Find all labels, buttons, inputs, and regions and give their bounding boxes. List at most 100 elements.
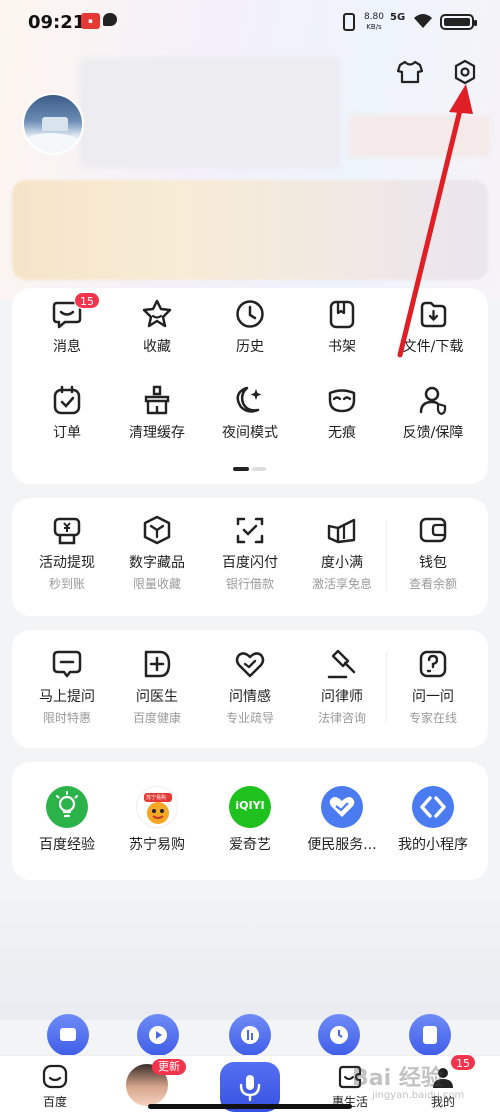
shortcut-dock: [0, 1012, 500, 1060]
service-sub: 百度健康: [132, 711, 181, 725]
tool-favorites-label: 收藏: [143, 339, 171, 355]
heart-icon: [235, 652, 265, 678]
tab-home-label: 百度: [42, 1095, 67, 1109]
blurred-username: [80, 58, 340, 168]
network-type: 5G: [390, 12, 406, 23]
miniapp-label: 便民服务...: [307, 837, 377, 853]
tool-message[interactable]: 消息 15: [22, 292, 112, 356]
finance-digital-collectibles[interactable]: 数字藏品 限量收藏: [112, 514, 202, 592]
finance-label: 活动提现: [39, 555, 95, 571]
miniprogram-icon: [412, 786, 454, 828]
miniapp-convenience[interactable]: 便民服务...: [297, 786, 387, 854]
service-sub: 专家在线: [408, 711, 457, 725]
message-badge: 15: [74, 292, 100, 309]
skin-tshirt-icon[interactable]: [396, 58, 424, 86]
service-ask-lawyer[interactable]: 问律师 法律咨询: [297, 648, 387, 726]
watermark-url: jingyan.baidu.com: [372, 1090, 465, 1101]
tool-favorites[interactable]: 收藏: [112, 298, 202, 356]
settings-gear-icon[interactable]: [451, 58, 479, 86]
finance-sub: 激活享免息: [311, 577, 372, 591]
gavel-icon: [327, 649, 356, 679]
tool-feedback[interactable]: 反馈/保障: [388, 384, 478, 442]
service-ask-emotion[interactable]: 问情感 专业疏导: [205, 648, 295, 726]
app-notification-icon: ▪: [81, 13, 100, 29]
handshake-icon: [321, 786, 363, 828]
tool-message-label: 消息: [53, 339, 81, 355]
moon-icon: [236, 386, 262, 413]
suning-logo-text: 苏宁易购: [146, 795, 167, 801]
service-label: 马上提问: [39, 689, 95, 705]
service-sub: 限时特惠: [42, 711, 91, 725]
miniapp-my-miniprograms[interactable]: 我的小程序: [388, 786, 478, 854]
stats-icon[interactable]: [229, 1014, 271, 1056]
finance-baidu-pay[interactable]: 百度闪付 银行借款: [205, 514, 295, 592]
service-sub: 法律咨询: [317, 711, 366, 725]
status-bar: 09:21 ▪ 8.80 KB/s 5G: [0, 0, 500, 44]
tool-night-mode[interactable]: 夜间模式: [205, 384, 295, 442]
finance-label: 百度闪付: [222, 555, 278, 571]
blurred-banner[interactable]: [12, 180, 488, 280]
tool-bookshelf-label: 书架: [328, 339, 356, 355]
finance-sub: 秒到账: [48, 577, 85, 591]
service-label: 问一问: [412, 689, 454, 705]
miniapp-baidu-jingyan[interactable]: 百度经验: [22, 786, 112, 854]
tool-history[interactable]: 历史: [205, 298, 295, 356]
scan-pay-icon: [236, 517, 264, 544]
divider: [386, 520, 387, 590]
tool-clear-cache-label: 清理缓存: [129, 425, 185, 441]
chat-notification-icon: [103, 13, 117, 26]
quick-tools-card: 消息 15 收藏 历史 书架 文件/下载 订单 清理缓存 夜间模式 无痕 反馈/…: [12, 288, 488, 484]
tool-files-downloads[interactable]: 文件/下载: [388, 298, 478, 356]
suning-icon: 苏宁易购: [136, 786, 178, 828]
miniapp-suning[interactable]: 苏宁易购 苏宁易购: [112, 786, 202, 854]
cube-icon: [143, 515, 171, 545]
miniapp-label: 我的小程序: [398, 837, 468, 853]
mini-apps-card: 百度经验 苏宁易购 苏宁易购 iQIYI 爱奇艺 便民服务... 我的小程序: [12, 762, 488, 880]
finance-duxiaoman[interactable]: 度小满 激活享免息: [297, 514, 387, 592]
card-icon[interactable]: [47, 1014, 89, 1056]
blurred-info: [350, 115, 490, 157]
miniapp-label: 苏宁易购: [129, 837, 185, 853]
service-label: 问医生: [136, 689, 178, 705]
finance-cash-withdraw[interactable]: 活动提现 秒到账: [22, 514, 112, 592]
watermark: Bai 经验: [352, 1066, 443, 1091]
tool-history-label: 历史: [236, 339, 264, 355]
miniapp-label: 爱奇艺: [229, 837, 271, 853]
tool-bookshelf[interactable]: 书架: [297, 298, 387, 356]
avatar[interactable]: [22, 93, 84, 155]
service-ask-expert[interactable]: 问一问 专家在线: [388, 648, 478, 726]
service-ask-now[interactable]: 马上提问 限时特惠: [22, 648, 112, 726]
duxiaoman-icon: [327, 518, 356, 544]
divider: [386, 652, 387, 722]
time-icon[interactable]: [318, 1014, 360, 1056]
finance-label: 数字藏品: [129, 555, 185, 571]
tool-clear-cache[interactable]: 清理缓存: [112, 384, 202, 442]
tool-orders[interactable]: 订单: [22, 384, 112, 442]
broom-icon: [144, 385, 170, 415]
tablet-icon[interactable]: [409, 1014, 451, 1056]
miniapp-label: 百度经验: [39, 837, 95, 853]
tool-night-mode-label: 夜间模式: [222, 425, 278, 441]
mask-icon: [328, 389, 356, 413]
feedback-icon: [419, 386, 447, 416]
service-label: 问律师: [321, 689, 363, 705]
play-icon[interactable]: [137, 1014, 179, 1056]
wallet-yen-icon: [53, 517, 81, 545]
finance-label: 钱包: [419, 555, 447, 571]
iqiyi-icon: iQIYI: [229, 786, 271, 828]
miniapp-iqiyi[interactable]: iQIYI 爱奇艺: [205, 786, 295, 854]
finance-wallet[interactable]: 钱包 查看余额: [388, 514, 478, 592]
ask-icon: [419, 650, 447, 678]
bulb-icon: [46, 786, 88, 828]
baidu-home-icon: [42, 1064, 68, 1089]
order-icon: [53, 385, 81, 415]
vibrate-icon: [343, 13, 355, 31]
services-card: 马上提问 限时特惠 问医生 百度健康 问情感 专业疏导 问律师 法律咨询 问一问…: [12, 630, 488, 748]
service-sub: 专业疏导: [225, 711, 274, 725]
tab-home[interactable]: 百度: [20, 1064, 90, 1110]
wallet-icon: [419, 517, 447, 543]
service-ask-doctor[interactable]: 问医生 百度健康: [112, 648, 202, 726]
finance-sub: 限量收藏: [132, 577, 181, 591]
tool-incognito[interactable]: 无痕: [297, 384, 387, 442]
finance-card: 活动提现 秒到账 数字藏品 限量收藏 百度闪付 银行借款 度小满 激活享免息 钱…: [12, 498, 488, 616]
